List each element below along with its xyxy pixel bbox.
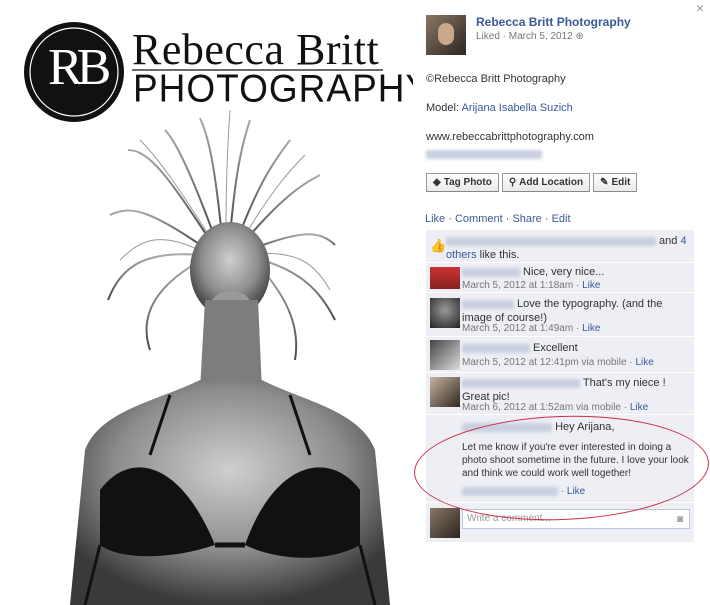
- photo-actions: Like · Comment · Share · Edit: [425, 213, 571, 225]
- close-icon[interactable]: ×: [696, 0, 704, 16]
- action-separator: ·: [445, 213, 455, 225]
- comment-greeting: Hey Arijana,: [555, 421, 615, 433]
- write-comment-placeholder: Write a comment...: [467, 513, 551, 524]
- blurred-link: [426, 148, 542, 160]
- comment-timestamp: March 6, 2012 at 1:52am via mobile: [462, 402, 621, 413]
- caption-model-label: Model:: [426, 102, 462, 114]
- comment-text: Let me know if you're ever interested in…: [462, 442, 689, 479]
- tag-photo-button[interactable]: ◆ Tag Photo: [426, 173, 499, 192]
- comment-item-highlighted: Hey Arijana, Let me know if you're ever …: [426, 415, 694, 503]
- owner-name-link[interactable]: Rebecca Britt Photography: [476, 15, 631, 29]
- comment-text: Excellent: [530, 342, 578, 354]
- add-location-button[interactable]: ⚲ Add Location: [501, 173, 591, 192]
- edit-action[interactable]: Edit: [552, 213, 571, 225]
- photo-viewer[interactable]: RB Rebecca Britt PHOTOGRAPHY: [0, 0, 413, 605]
- like-action[interactable]: Like: [425, 213, 445, 225]
- location-pin-icon: ⚲: [508, 177, 517, 188]
- comment-item: Nice, very nice... March 5, 2012 at 1:18…: [426, 263, 694, 293]
- camera-icon[interactable]: ◙: [677, 514, 683, 525]
- action-separator: ·: [541, 213, 552, 225]
- edit-label: Edit: [611, 177, 631, 188]
- likes-row: 👍 and 4 others like this.: [426, 230, 694, 263]
- likes-tail: like this.: [476, 249, 520, 261]
- edit-button[interactable]: ✎ Edit: [593, 173, 638, 192]
- commenter-avatar[interactable]: [430, 267, 460, 289]
- likes-and: and: [656, 235, 681, 247]
- write-comment-input[interactable]: Write a comment... ◙: [462, 509, 690, 529]
- comment-timestamp: March 5, 2012 at 12:41pm via mobile: [462, 357, 627, 368]
- tag-icon: ◆: [433, 177, 441, 188]
- comment-item: That's my niece ! Great pic! March 6, 20…: [426, 373, 694, 415]
- thumbs-up-icon: 👍: [430, 238, 447, 253]
- comments-panel: 👍 and 4 others like this. Nice, very nic…: [426, 230, 694, 542]
- pencil-icon: ✎: [600, 177, 609, 188]
- add-location-label: Add Location: [519, 177, 584, 188]
- logo-caps-text: PHOTOGRAPHY: [133, 66, 413, 110]
- comment-timestamp: March 5, 2012 at 1:18am: [462, 280, 574, 291]
- liked-date: Liked · March 5, 2012 ⊕: [476, 31, 584, 42]
- comment-like-link[interactable]: Like: [582, 323, 600, 334]
- model-name-link[interactable]: Arijana Isabella Suzich: [461, 102, 572, 114]
- comment-like-link[interactable]: Like: [635, 357, 653, 368]
- comment-text: Nice, very nice...: [520, 266, 605, 278]
- logo-monogram: RB: [48, 39, 111, 96]
- comment-action[interactable]: Comment: [455, 213, 503, 225]
- comment-composer: Write a comment... ◙: [426, 503, 694, 542]
- website-link[interactable]: www.rebeccabrittphotography.com: [426, 131, 594, 143]
- comment-item: Excellent March 5, 2012 at 12:41pm via m…: [426, 337, 694, 373]
- commenter-avatar[interactable]: [430, 340, 460, 370]
- action-separator: ·: [502, 213, 513, 225]
- share-action[interactable]: Share: [512, 213, 541, 225]
- caption-model: Model: Arijana Isabella Suzich: [426, 102, 573, 114]
- comment-like-link[interactable]: Like: [582, 280, 600, 291]
- owner-avatar[interactable]: [426, 15, 466, 55]
- comment-like-link[interactable]: Like: [567, 486, 585, 497]
- photo-toolbar: ◆ Tag Photo ⚲ Add Location ✎ Edit: [426, 173, 638, 192]
- photo-sidebar: × Rebecca Britt Photography Liked · Marc…: [413, 0, 710, 605]
- tag-photo-label: Tag Photo: [443, 177, 492, 188]
- commenter-avatar[interactable]: [430, 377, 460, 407]
- comment-like-link[interactable]: Like: [630, 402, 648, 413]
- comment-item: Love the typography. (and the image of c…: [426, 293, 694, 337]
- caption-copyright: ©Rebecca Britt Photography: [426, 73, 566, 85]
- comment-timestamp: March 5, 2012 at 1:49am: [462, 323, 574, 334]
- viewer-avatar: [430, 508, 460, 538]
- commenter-avatar[interactable]: [430, 298, 460, 328]
